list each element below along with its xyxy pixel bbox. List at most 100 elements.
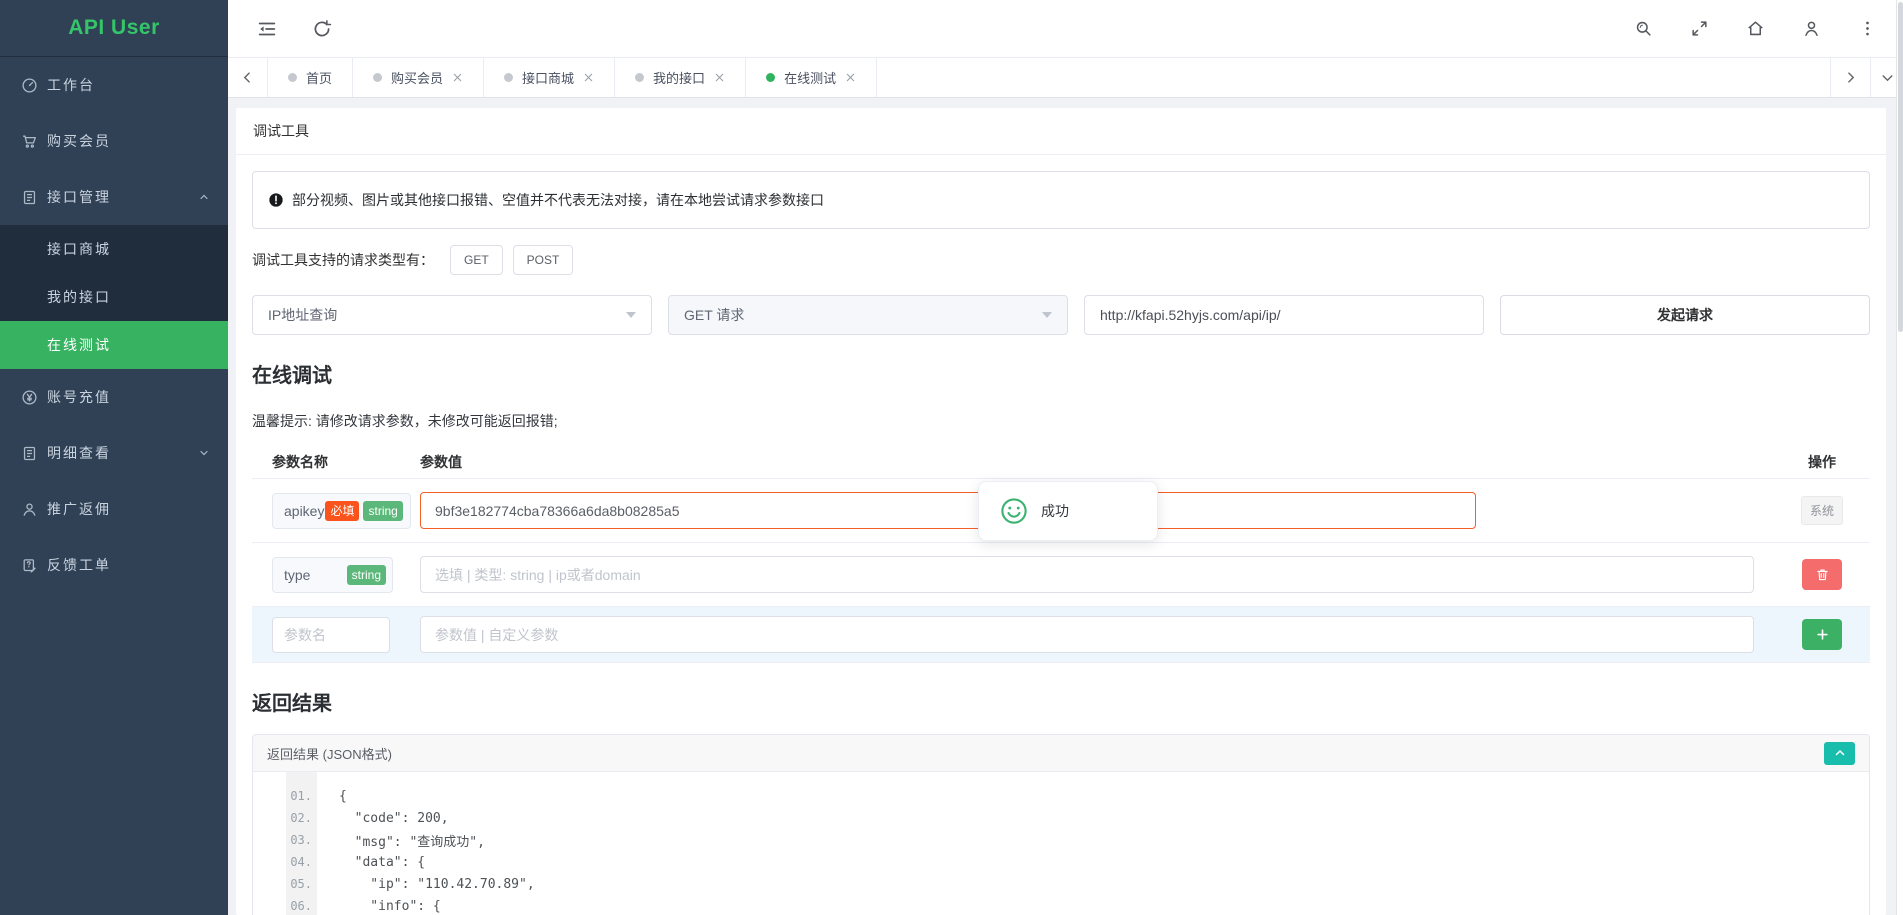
methods-label: 调试工具支持的请求类型有： — [252, 250, 434, 270]
sidebar-item-detail-view[interactable]: 明细查看 — [0, 425, 228, 481]
params-table: 参数名称 参数值 操作 apikey 必填 string — [252, 445, 1870, 663]
type-badge: string — [347, 565, 386, 585]
sidebar-item-api-management[interactable]: 接口管理 — [0, 169, 228, 225]
custom-param-name-input[interactable] — [272, 617, 390, 653]
tab-api-market[interactable]: 接口商城 — [484, 58, 615, 97]
sidebar-item-online-test[interactable]: 在线测试 — [0, 321, 228, 369]
close-icon[interactable] — [583, 72, 594, 83]
collapse-result-button[interactable] — [1824, 742, 1855, 765]
refresh-icon[interactable] — [311, 18, 333, 40]
tab-dot — [373, 73, 382, 82]
feedback-icon — [21, 557, 38, 574]
chevron-up-icon — [1834, 747, 1846, 759]
tab-home[interactable]: 首页 — [268, 58, 353, 97]
chevron-up-icon — [198, 191, 210, 203]
app-logo: API User — [0, 0, 228, 57]
sidebar-item-my-apis[interactable]: 我的接口 — [0, 273, 228, 321]
code-line: 03. "msg": "查询成功", — [253, 829, 1869, 851]
tab-buy-membership[interactable]: 购买会员 — [353, 58, 484, 97]
tabbar: 首页 购买会员 接口商城 我的接口 在线测试 — [228, 58, 1903, 98]
close-icon[interactable] — [845, 72, 856, 83]
sidebar: API User 工作台 购买会员 接口管理 接口商城 我的接口 在线测试 — [0, 0, 228, 915]
topbar — [228, 0, 1903, 58]
tab-dot — [288, 73, 297, 82]
code-line: 01.{ — [253, 785, 1869, 807]
home-icon[interactable] — [1746, 19, 1765, 38]
sidebar-item-workbench[interactable]: 工作台 — [0, 57, 228, 113]
type-value-input[interactable] — [420, 556, 1754, 593]
online-debug-title: 在线调试 — [252, 359, 1870, 388]
collapse-sidebar-icon[interactable] — [256, 18, 278, 40]
page-scrollbar[interactable] — [1896, 0, 1903, 915]
result-title: 返回结果 — [252, 687, 1870, 716]
request-url-input[interactable] — [1084, 295, 1484, 335]
sidebar-item-feedback-ticket[interactable]: 反馈工单 — [0, 537, 228, 593]
smiley-success-icon — [999, 496, 1029, 526]
chevron-right-icon — [1844, 71, 1857, 84]
custom-param-value-input[interactable] — [420, 616, 1754, 653]
param-name-box: type string — [272, 557, 393, 593]
api-select-value: IP地址查询 — [268, 305, 337, 325]
add-param-button[interactable] — [1802, 619, 1842, 650]
tip-text: 温馨提示: 请修改请求参数，未修改可能返回报错; — [252, 411, 1870, 431]
sidebar-item-buy-membership[interactable]: 购买会员 — [0, 113, 228, 169]
code-line: 04. "data": { — [253, 851, 1869, 873]
param-row-custom — [252, 607, 1870, 663]
chevron-down-icon — [1881, 71, 1894, 84]
system-tag: 系统 — [1801, 496, 1843, 525]
search-icon[interactable] — [1634, 19, 1653, 38]
tab-dot — [766, 73, 775, 82]
caret-down-icon — [1042, 312, 1052, 318]
tab-dot — [635, 73, 644, 82]
tab-online-test[interactable]: 在线测试 — [746, 58, 877, 97]
param-row-type: type string — [252, 543, 1870, 607]
document-icon — [21, 445, 38, 462]
yen-coin-icon — [21, 389, 38, 406]
trash-icon — [1815, 567, 1830, 582]
result-panel: 返回结果 (JSON格式) 01.{ 02. "code": 200, 03. … — [252, 734, 1870, 915]
dashboard-icon — [21, 77, 38, 94]
method-select-value: GET 请求 — [684, 305, 744, 325]
more-vertical-icon[interactable] — [1858, 19, 1877, 38]
sidebar-item-api-market[interactable]: 接口商城 — [0, 225, 228, 273]
sidebar-item-account-recharge[interactable]: 账号充值 — [0, 369, 228, 425]
user-icon[interactable] — [1802, 19, 1821, 38]
method-select[interactable]: GET 请求 — [668, 295, 1068, 335]
tabs-scroll-right-button[interactable] — [1830, 58, 1870, 97]
person-icon — [21, 501, 38, 518]
type-badge: string — [363, 501, 402, 521]
api-select[interactable]: IP地址查询 — [252, 295, 652, 335]
header-action: 操作 — [1774, 452, 1870, 472]
post-method-button[interactable]: POST — [513, 245, 574, 275]
header-param-value: 参数值 — [420, 452, 1774, 472]
caret-down-icon — [626, 312, 636, 318]
chevron-left-icon — [241, 71, 254, 84]
result-panel-title: 返回结果 (JSON格式) — [267, 744, 392, 763]
header-param-name: 参数名称 — [252, 452, 420, 472]
tabs-scroll-left-button[interactable] — [228, 58, 268, 97]
json-result-viewer[interactable]: 01.{ 02. "code": 200, 03. "msg": "查询成功",… — [253, 772, 1869, 915]
request-config-row: IP地址查询 GET 请求 发起请求 — [252, 295, 1870, 335]
send-request-button[interactable]: 发起请求 — [1500, 295, 1870, 335]
close-icon[interactable] — [714, 72, 725, 83]
required-badge: 必填 — [325, 501, 359, 521]
code-line: 05. "ip": "110.42.70.89", — [253, 873, 1869, 895]
fullscreen-icon[interactable] — [1690, 19, 1709, 38]
result-panel-header: 返回结果 (JSON格式) — [253, 735, 1869, 772]
sidebar-item-promotion-rebate[interactable]: 推广返佣 — [0, 481, 228, 537]
tab-my-apis[interactable]: 我的接口 — [615, 58, 746, 97]
document-icon — [21, 189, 38, 206]
warning-icon — [268, 192, 284, 208]
apikey-value-input[interactable] — [420, 492, 1476, 529]
api-management-submenu: 接口商城 我的接口 在线测试 — [0, 225, 228, 369]
cart-icon — [21, 133, 38, 150]
delete-param-button[interactable] — [1802, 559, 1842, 590]
card-title: 调试工具 — [236, 108, 1886, 155]
code-line: 02. "code": 200, — [253, 807, 1869, 829]
close-icon[interactable] — [452, 72, 463, 83]
notice-alert: 部分视频、图片或其他接口报错、空值并不代表无法对接，请在本地尝试请求参数接口 — [252, 171, 1870, 229]
tab-dot — [504, 73, 513, 82]
get-method-button[interactable]: GET — [450, 245, 503, 275]
notice-alert-text: 部分视频、图片或其他接口报错、空值并不代表无法对接，请在本地尝试请求参数接口 — [292, 190, 824, 210]
scrollbar-thumb[interactable] — [1898, 2, 1903, 332]
